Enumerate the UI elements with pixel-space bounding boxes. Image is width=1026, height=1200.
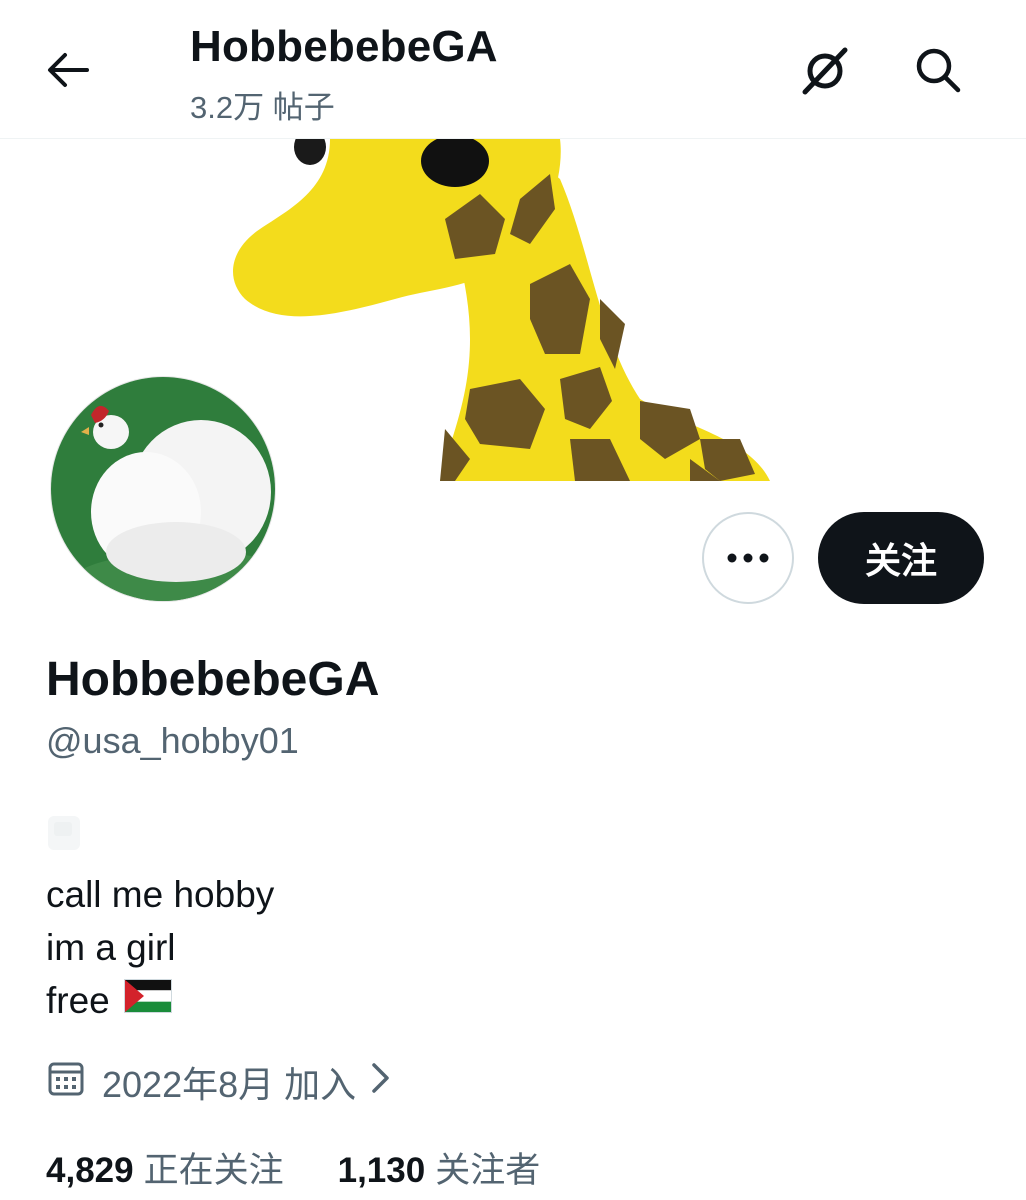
joined-label: 2022年8月 加入 (102, 1064, 357, 1105)
chicken-avatar-image (51, 377, 275, 601)
joined-date[interactable]: 2022年8月 加入 (46, 1056, 392, 1108)
arrow-left-icon (48, 53, 89, 87)
header-post-count: 3.2万 帖子 (190, 90, 335, 125)
following-label: 正在关注 (143, 1151, 284, 1190)
bio: call me hobby im a girl free (46, 868, 274, 1027)
top-bar: HobbebebeGA 3.2万 帖子 (0, 0, 1026, 139)
bio-line: free (46, 974, 274, 1027)
display-name: HobbebebeGA (46, 653, 380, 706)
chevron-right-icon (370, 1061, 392, 1104)
followers-count: 1,130 (337, 1151, 426, 1190)
translate-slash-icon (802, 47, 848, 95)
user-handle: @usa_hobby01 (46, 720, 299, 761)
more-options-button[interactable] (702, 512, 794, 604)
avatar[interactable] (50, 376, 276, 602)
search-button[interactable] (908, 40, 968, 100)
calendar-icon (46, 1058, 86, 1107)
following-stat[interactable]: 4,829 正在关注 (46, 1142, 284, 1193)
palestine-flag-icon (123, 974, 172, 1027)
follow-button[interactable]: 关注 (818, 512, 984, 604)
ellipsis-icon (727, 553, 769, 563)
translate-button[interactable] (795, 40, 855, 100)
followers-label: 关注者 (435, 1151, 541, 1190)
back-button[interactable] (40, 44, 96, 96)
bio-line: call me hobby (46, 874, 275, 915)
bio-emoji-icon (46, 810, 86, 854)
search-icon (916, 48, 961, 93)
header-title: HobbebebeGA (190, 22, 498, 71)
followers-stat[interactable]: 1,130 关注者 (338, 1142, 541, 1193)
bio-line: im a girl (46, 927, 176, 968)
follow-stats: 4,829 正在关注 1,130 关注者 (46, 1142, 594, 1193)
following-count: 4,829 (46, 1151, 134, 1190)
